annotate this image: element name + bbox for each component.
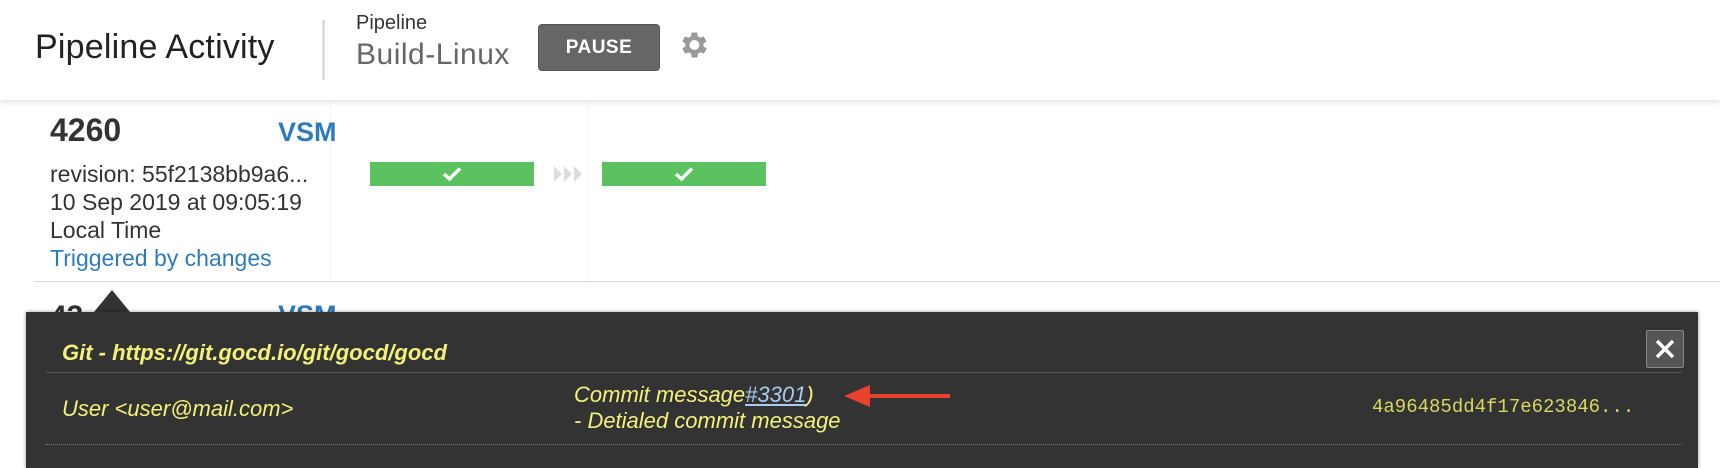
commit-message-suffix: )	[806, 382, 814, 407]
commit-author: User <user@mail.com>	[62, 396, 294, 421]
commit-message: Commit message#3301) - Detialed commit m…	[574, 382, 841, 434]
pipeline-label: Pipeline	[356, 12, 428, 34]
header-divider	[322, 20, 325, 80]
pipeline-name: Build-Linux	[356, 38, 510, 71]
triggered-by-link[interactable]: Triggered by changes	[50, 244, 308, 272]
popup-pointer	[94, 290, 130, 312]
page-title: Pipeline Activity	[35, 28, 275, 66]
stage-passed[interactable]	[602, 162, 766, 186]
pause-button[interactable]: PAUSE	[538, 24, 660, 71]
gear-icon[interactable]	[676, 28, 710, 62]
revision-text: revision: 55f2138bb9a6...	[50, 161, 309, 187]
commit-revision: 4a96485dd4f17e623846...	[1372, 396, 1635, 418]
column-divider	[588, 100, 589, 282]
popup-divider	[46, 372, 1682, 373]
close-button[interactable]	[1646, 330, 1684, 368]
run-timezone: Local Time	[50, 217, 162, 243]
check-icon	[442, 167, 462, 182]
run-details: revision: 55f2138bb9a6... 10 Sep 2019 at…	[50, 160, 308, 272]
annotation-arrow-icon	[844, 385, 950, 407]
run-date: 10 Sep 2019 at 09:05:19	[50, 189, 302, 215]
popup-title: Git - https://git.gocd.io/git/gocd/gocd	[62, 340, 447, 365]
row-separator	[35, 281, 1720, 282]
stage-arrows-icon	[554, 166, 582, 182]
commit-message-line1: Commit message#3301)	[574, 382, 841, 408]
check-icon	[674, 167, 694, 182]
stage-passed[interactable]	[370, 162, 534, 186]
commit-message-line2: - Detialed commit message	[574, 408, 841, 433]
commit-message-prefix: Commit message	[574, 382, 746, 407]
popup-row-separator	[46, 444, 1682, 445]
page-header: Pipeline Activity Pipeline Build-Linux P…	[0, 0, 1720, 100]
close-icon	[1655, 339, 1675, 359]
material-changes-popup: Git - https://git.gocd.io/git/gocd/gocd …	[26, 312, 1698, 468]
run-number: 4260	[50, 112, 122, 148]
commit-link[interactable]: #3301	[745, 382, 806, 407]
vsm-link[interactable]: VSM	[278, 117, 337, 148]
